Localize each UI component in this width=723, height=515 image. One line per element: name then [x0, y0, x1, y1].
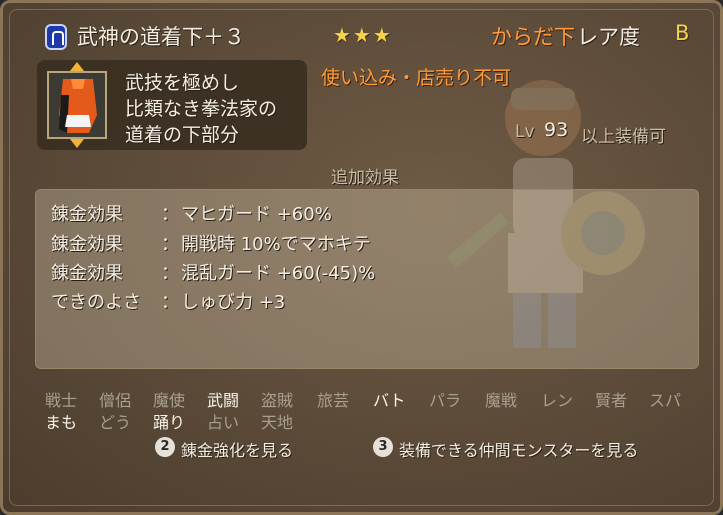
armor-type-icon	[45, 24, 67, 50]
effect-separator: ：	[161, 234, 179, 255]
job-dancer: 踊り	[153, 413, 186, 432]
level-value: 93	[544, 119, 569, 141]
description-line: 道着の下部分	[125, 124, 240, 146]
job-sage: 賢者	[595, 391, 628, 410]
job-ranger: レン	[541, 391, 574, 410]
view-equippable-monsters-button[interactable]: 装備できる仲間モンスターを見る	[399, 437, 638, 461]
scroll-down-arrow-icon[interactable]	[70, 139, 84, 148]
job-armamentalist: 魔戦	[485, 391, 518, 410]
button-2-icon[interactable]: 2	[155, 437, 175, 457]
effect-separator: ：	[161, 204, 179, 225]
effect-label: できのよさ	[51, 292, 141, 313]
effects-heading: 追加効果	[331, 168, 399, 188]
item-icon	[47, 71, 107, 139]
effect-label: 錬金効果	[51, 204, 123, 225]
job-battlemaster: バト	[373, 391, 406, 410]
pants-icon	[59, 79, 97, 133]
job-superstar: スパ	[649, 391, 682, 410]
effect-label: 錬金効果	[51, 263, 123, 284]
effect-label: 錬金効果	[51, 234, 123, 255]
equip-slot: からだ下	[491, 25, 575, 49]
rarity-label: レア度	[577, 25, 640, 49]
button-3-icon[interactable]: 3	[373, 437, 393, 457]
job-martial-artist: 武闘	[207, 391, 240, 410]
job-entertainer: 旅芸	[317, 391, 350, 410]
job-itemmaster: どう	[99, 413, 132, 432]
job-fortune-teller: 占い	[207, 413, 240, 432]
scroll-up-arrow-icon[interactable]	[70, 62, 84, 71]
item-title: 武神の道着下＋３	[77, 25, 245, 49]
job-monster-master: まも	[45, 413, 78, 432]
view-alchemy-button[interactable]: 錬金強化を見る	[181, 437, 293, 461]
effect-separator: ：	[161, 263, 179, 284]
effect-value: 混乱ガード +60(-45)%	[181, 263, 376, 284]
effect-value: マヒガード +60%	[181, 204, 332, 225]
rarity-value: B	[675, 21, 690, 45]
description-line: 武技を極めし	[125, 72, 240, 94]
job-tenchi: 天地	[261, 413, 294, 432]
job-thief: 盗賊	[261, 391, 294, 410]
job-priest: 僧侶	[99, 391, 132, 410]
effect-separator: ：	[161, 292, 179, 313]
effect-value: しゅび力 +3	[181, 292, 286, 313]
restriction-note: 使い込み・店売り不可	[321, 67, 512, 89]
level-prefix: Lv	[515, 122, 535, 142]
job-paladin: パラ	[429, 391, 462, 410]
effect-value: 開戦時 10%でマホキテ	[181, 234, 371, 255]
description-line: 比類なき拳法家の	[125, 98, 278, 120]
level-suffix: 以上装備可	[581, 127, 666, 147]
star-rating: ★★★	[333, 23, 393, 47]
item-detail-panel: 武神の道着下＋３ ★★★ からだ下 レア度 B 武技を極めし 比類なき拳法家の …	[0, 0, 723, 515]
job-warrior: 戦士	[45, 391, 78, 410]
job-mage: 魔使	[153, 391, 186, 410]
